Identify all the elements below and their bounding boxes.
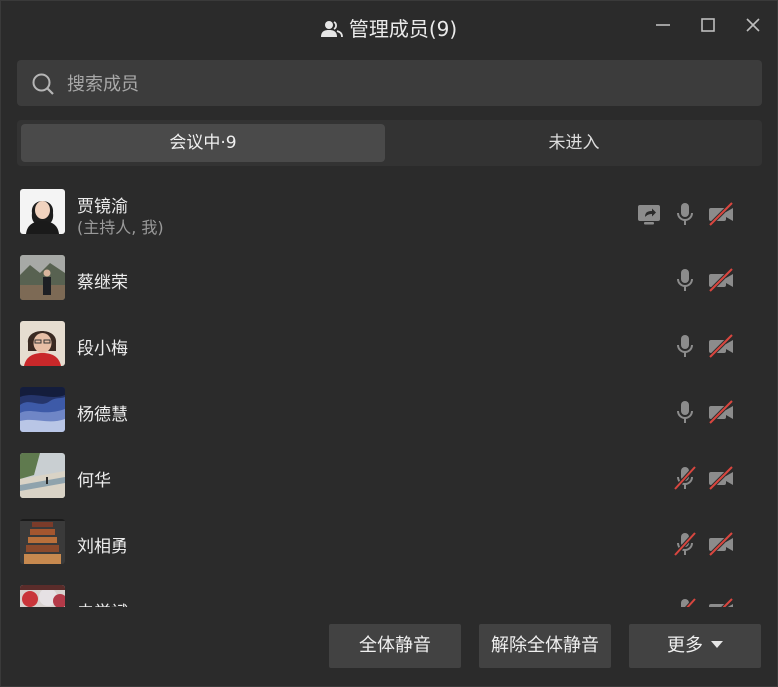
- camera-off-icon[interactable]: [707, 596, 735, 607]
- member-row[interactable]: 史学斌: [1, 575, 777, 607]
- minimize-icon: [656, 24, 670, 26]
- avatar: [20, 519, 65, 564]
- search-icon: [31, 72, 55, 100]
- camera-off-icon[interactable]: [707, 266, 735, 294]
- microphone-muted-icon[interactable]: [671, 530, 699, 558]
- manage-members-window: 管理成员(9) 会议中·9 未进入: [0, 0, 778, 687]
- maximize-button[interactable]: [696, 13, 720, 37]
- avatar: [20, 585, 65, 607]
- microphone-icon[interactable]: [671, 398, 699, 426]
- member-row[interactable]: 贾镜渝 (主持人, 我): [1, 179, 777, 245]
- microphone-muted-icon[interactable]: [671, 464, 699, 492]
- caret-down-icon: [711, 641, 723, 648]
- member-row[interactable]: 蔡继荣: [1, 245, 777, 311]
- close-button[interactable]: [741, 13, 765, 37]
- avatar: [20, 255, 65, 300]
- mute-all-button[interactable]: 全体静音: [329, 624, 461, 668]
- tab-in-meeting[interactable]: 会议中·9: [21, 124, 385, 162]
- member-row[interactable]: 何华: [1, 443, 777, 509]
- member-name: 刘相勇: [77, 537, 128, 557]
- member-role: (主持人, 我): [77, 218, 164, 237]
- camera-off-icon[interactable]: [707, 464, 735, 492]
- avatar: [20, 189, 65, 234]
- more-button-label: 更多: [667, 635, 703, 656]
- tab-not-joined[interactable]: 未进入: [389, 124, 759, 162]
- member-name: 段小梅: [77, 339, 128, 359]
- close-icon: [746, 18, 760, 32]
- footer-actions: 全体静音 解除全体静音 更多: [1, 607, 777, 686]
- member-name: 杨德慧: [77, 405, 128, 425]
- camera-off-icon[interactable]: [707, 200, 735, 228]
- camera-off-icon[interactable]: [707, 332, 735, 360]
- people-icon: [320, 19, 343, 43]
- title-bar: 管理成员(9): [1, 1, 777, 49]
- search-input[interactable]: [65, 60, 749, 108]
- unmute-all-button[interactable]: 解除全体静音: [479, 624, 611, 668]
- member-list: 贾镜渝 (主持人, 我) 蔡继荣 段小梅 杨德慧 何华 刘相勇: [1, 179, 777, 607]
- search-box: [17, 60, 762, 108]
- avatar: [20, 453, 65, 498]
- camera-off-icon[interactable]: [707, 398, 735, 426]
- member-name: 蔡继荣: [77, 273, 128, 293]
- member-row[interactable]: 段小梅: [1, 311, 777, 377]
- microphone-icon[interactable]: [671, 266, 699, 294]
- avatar: [20, 321, 65, 366]
- more-button[interactable]: 更多: [629, 624, 761, 668]
- camera-off-icon[interactable]: [707, 530, 735, 558]
- window-title-text: 管理成员(9): [348, 17, 458, 41]
- avatar: [20, 387, 65, 432]
- microphone-icon[interactable]: [671, 332, 699, 360]
- maximize-icon: [701, 18, 715, 32]
- member-row[interactable]: 杨德慧: [1, 377, 777, 443]
- minimize-button[interactable]: [651, 13, 675, 37]
- member-name: 史学斌: [77, 598, 128, 607]
- member-name: 何华: [77, 471, 111, 491]
- screen-share-icon: [635, 200, 663, 228]
- microphone-muted-icon[interactable]: [671, 596, 699, 607]
- member-tabs: 会议中·9 未进入: [17, 120, 762, 166]
- member-row[interactable]: 刘相勇: [1, 509, 777, 575]
- microphone-icon[interactable]: [671, 200, 699, 228]
